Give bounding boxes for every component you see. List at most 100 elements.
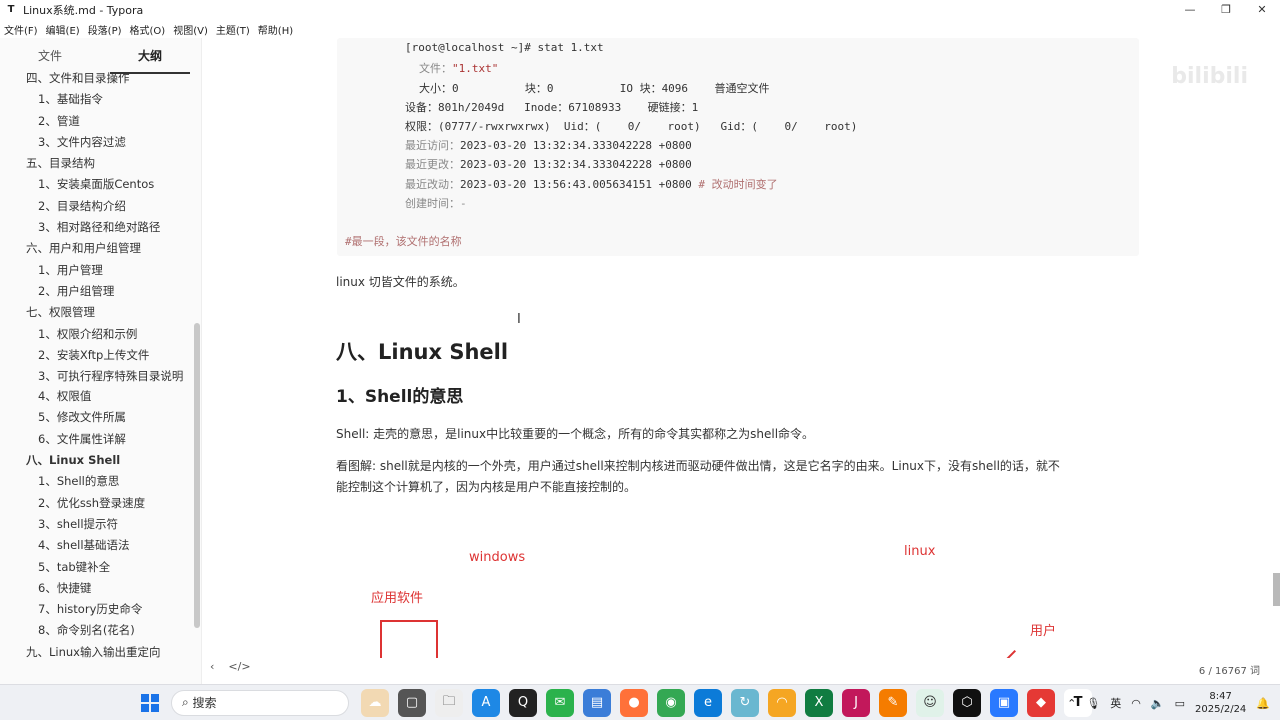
- outline-item[interactable]: 5、tab键补全: [0, 557, 196, 578]
- input-language[interactable]: 英: [1110, 695, 1121, 711]
- bilibili-watermark: bilibili: [1171, 64, 1248, 89]
- outline-item[interactable]: 1、基础指令: [0, 89, 196, 110]
- typora-app-icon: T: [7, 4, 15, 15]
- chrome-icon[interactable]: ◉: [657, 688, 685, 717]
- menu-edit[interactable]: 编辑(E): [42, 22, 84, 37]
- outline-item[interactable]: 3、相对路径和绝对路径: [0, 217, 196, 238]
- close-button[interactable]: ✕: [1244, 0, 1280, 20]
- window-title: Linux系统.md - Typora: [23, 4, 144, 17]
- outline-item[interactable]: 七、权限管理: [0, 302, 196, 323]
- back-icon[interactable]: ‹: [210, 660, 214, 673]
- diagram-label-windows: windows: [469, 550, 526, 565]
- outline-item[interactable]: 4、shell基础语法: [0, 535, 196, 556]
- word-count[interactable]: 6 / 16767 词: [1199, 662, 1260, 677]
- diagram-line: [986, 650, 1016, 658]
- code-line: 权限：(0777/-rwxrwxrwx) Uid：( 0/ root) Gid：…: [405, 120, 858, 133]
- speaker-icon[interactable]: 🔈: [1151, 697, 1165, 710]
- edge-icon[interactable]: e: [694, 688, 722, 717]
- menu-view[interactable]: 视图(V): [169, 22, 212, 37]
- outline-item[interactable]: 6、快捷键: [0, 578, 196, 599]
- outline-item[interactable]: 7、history历史命令: [0, 599, 196, 620]
- code-block[interactable]: [root@localhost ~]# stat 1.txt 文件："1.txt…: [337, 38, 1139, 256]
- pen-icon[interactable]: ✎: [879, 688, 907, 717]
- outline-item[interactable]: 8、命令别名(花名): [0, 620, 196, 641]
- taskbar-search[interactable]: ⌕ 搜索: [171, 689, 349, 716]
- code-line: 创建时间：-: [405, 197, 467, 210]
- outline-item[interactable]: 4、权限值: [0, 386, 196, 407]
- bell-icon[interactable]: 🔔: [1256, 697, 1270, 710]
- diagram-label-app: 应用软件: [371, 591, 424, 606]
- paragraph: Shell: 走壳的意思，是linux中比较重要的一个概念，所有的命令其实都称之…: [336, 427, 815, 441]
- code-line: 大小：0 块：0 IO 块：4096 普通空文件: [419, 82, 770, 95]
- wechat-icon[interactable]: ✉: [546, 688, 574, 717]
- task-view-icon[interactable]: ▢: [398, 688, 426, 717]
- heading-1: 八、Linux Shell: [336, 340, 509, 364]
- paragraph: 看图解: shell就是内核的一个外壳，用户通过shell来控制内核进而驱动硬件…: [336, 459, 1060, 473]
- outline-item[interactable]: 3、shell提示符: [0, 514, 196, 535]
- cat-icon[interactable]: ☺: [916, 688, 944, 717]
- editor-area[interactable]: [root@localhost ~]# stat 1.txt 文件："1.txt…: [202, 38, 1270, 658]
- paragraph: linux 切皆文件的系统。: [336, 275, 465, 289]
- outline-item[interactable]: 2、安装Xftp上传文件: [0, 345, 196, 366]
- taskbar: ⌕ 搜索 ☁ ▢ 🗀 A Q ✉ ▤ ● ◉ e ↻ ◠ X J ✎ ☺ ⬡ ▣…: [0, 684, 1280, 720]
- outline-item[interactable]: 1、安装桌面版Centos: [0, 174, 196, 195]
- outline-item[interactable]: 3、文件内容过滤: [0, 132, 196, 153]
- outline-item[interactable]: 八、Linux Shell: [0, 450, 196, 471]
- microphone-icon[interactable]: 🎙: [1086, 697, 1100, 710]
- jetbrains-icon[interactable]: J: [842, 688, 870, 717]
- code-prompt: [root@localhost ~]# stat 1.txt: [405, 41, 604, 54]
- firefox-icon[interactable]: ●: [620, 688, 648, 717]
- outline-item[interactable]: 九、Linux输入输出重定向: [0, 642, 196, 663]
- maximize-button[interactable]: ❐: [1208, 0, 1244, 20]
- outline-item[interactable]: 2、用户组管理: [0, 281, 196, 302]
- code-line: 最近更改：2023-03-20 13:32:34.333042228 +0800: [405, 158, 692, 171]
- widgets-icon[interactable]: ☁: [361, 688, 389, 717]
- code-comment: #最一段，该文件的名称: [345, 235, 462, 248]
- outline-item[interactable]: 六、用户和用户组管理: [0, 238, 196, 259]
- sync-icon[interactable]: ↻: [731, 688, 759, 717]
- sidebar-scrollbar[interactable]: [194, 323, 200, 628]
- menu-theme[interactable]: 主题(T): [212, 22, 254, 37]
- menu-bar: 文件(F) 编辑(E) 段落(P) 格式(O) 视图(V) 主题(T) 帮助(H…: [0, 20, 1280, 38]
- title-bar: T Linux系统.md - Typora — ❐ ✕: [0, 0, 1280, 20]
- code-line: 文件："1.txt": [419, 62, 499, 75]
- qq-icon[interactable]: Q: [509, 688, 537, 717]
- diagram-label-user: 用户: [1030, 624, 1057, 639]
- outline-item[interactable]: 1、用户管理: [0, 260, 196, 281]
- outline-item[interactable]: 四、文件和目录操作: [0, 68, 196, 89]
- outline-item[interactable]: 2、优化ssh登录速度: [0, 493, 196, 514]
- files-icon[interactable]: 🗀: [435, 688, 463, 717]
- battery-icon[interactable]: ▭: [1175, 697, 1185, 710]
- menu-paragraph[interactable]: 段落(P): [84, 22, 126, 37]
- editor-scrollbar[interactable]: [1273, 573, 1280, 606]
- code-line: 设备：801h/2049d Inode：67108933 硬链接：1: [405, 101, 699, 114]
- outline-list: 四、文件和目录操作 1、基础指令 2、管道 3、文件内容过滤 五、目录结构 1、安装桌面版…: [0, 68, 196, 668]
- outline-item[interactable]: 3、可执行程序特殊目录说明: [0, 366, 190, 386]
- minimize-button[interactable]: —: [1172, 0, 1208, 20]
- explorer-icon[interactable]: ▤: [583, 688, 611, 717]
- outline-item[interactable]: 1、权限介绍和示例: [0, 324, 196, 345]
- outline-item[interactable]: 五、目录结构: [0, 153, 196, 174]
- search-icon: ⌕: [182, 695, 193, 709]
- outline-item[interactable]: 5、修改文件所属: [0, 407, 196, 428]
- source-code-icon[interactable]: </>: [228, 660, 250, 673]
- outline-item[interactable]: 6、文件属性详解: [0, 429, 196, 450]
- windows-start-icon[interactable]: [141, 693, 159, 712]
- chevron-up-icon[interactable]: ⌃: [1067, 697, 1076, 710]
- menu-file[interactable]: 文件(F): [0, 22, 42, 37]
- clock[interactable]: 8:47 2025/2/24: [1195, 690, 1246, 716]
- excel-icon[interactable]: X: [805, 688, 833, 717]
- menu-format[interactable]: 格式(O): [126, 22, 170, 37]
- vm-icon[interactable]: ▣: [990, 688, 1018, 717]
- headset-icon[interactable]: ◠: [768, 688, 796, 717]
- unity-icon[interactable]: ⬡: [953, 688, 981, 717]
- app-store-icon[interactable]: A: [472, 688, 500, 717]
- outline-item[interactable]: 2、管道: [0, 111, 196, 132]
- outline-item[interactable]: 1、Shell的意思: [0, 471, 196, 492]
- system-tray: ⌃ 🎙 英 ◠ 🔈 ▭ 8:47 2025/2/24 🔔: [1067, 685, 1270, 721]
- sublime-icon[interactable]: ◆: [1027, 688, 1055, 717]
- status-bar: ‹ </> 6 / 16767 词: [202, 658, 1270, 678]
- wifi-icon[interactable]: ◠: [1131, 697, 1141, 710]
- outline-item[interactable]: 2、目录结构介绍: [0, 196, 196, 217]
- menu-help[interactable]: 帮助(H): [254, 22, 297, 37]
